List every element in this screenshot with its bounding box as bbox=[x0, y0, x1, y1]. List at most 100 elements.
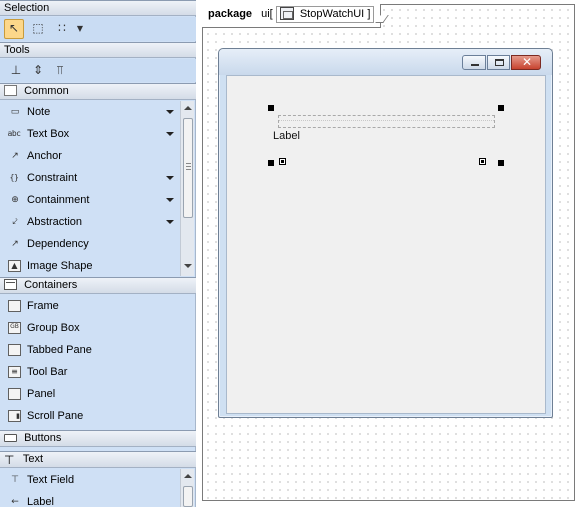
palette-item-tool-bar[interactable]: ≡ Tool Bar bbox=[0, 361, 196, 383]
palette-item-label: Tool Bar bbox=[27, 366, 68, 378]
section-header-buttons[interactable]: Buttons bbox=[0, 430, 196, 447]
palette-item-label: Dependency bbox=[27, 238, 89, 250]
selection-handle[interactable] bbox=[498, 160, 504, 166]
palette-item-label: Tabbed Pane bbox=[27, 344, 92, 356]
palette-item-anchor[interactable]: ↗ Anchor bbox=[0, 145, 180, 167]
palette-item-containment[interactable]: ⊕ Containment bbox=[0, 189, 180, 211]
small-resize-handle[interactable] bbox=[279, 158, 286, 165]
text-field-icon: ⊤ bbox=[11, 475, 19, 485]
scroll-thumb[interactable] bbox=[183, 118, 193, 218]
minimize-button[interactable] bbox=[462, 55, 486, 70]
diagram-name: StopWatchUI bbox=[299, 8, 365, 20]
containment-icon: ⊕ bbox=[11, 195, 19, 205]
space-vertical-icon[interactable]: ⇕ bbox=[28, 61, 48, 81]
palette-item-label: Image Shape bbox=[27, 260, 93, 272]
space-expand-icon[interactable]: ⫪ bbox=[50, 61, 70, 81]
section-title-buttons: Buttons bbox=[24, 432, 62, 444]
section-title-text: Text bbox=[22, 453, 44, 465]
text-scrollbar[interactable] bbox=[180, 469, 194, 507]
rectangle-select-icon[interactable]: ⬚ bbox=[28, 19, 48, 39]
maximize-button[interactable] bbox=[487, 55, 510, 70]
section-title-tools: Tools bbox=[4, 44, 30, 56]
dropdown-arrow-icon[interactable] bbox=[166, 198, 174, 202]
label-component-outline[interactable] bbox=[278, 115, 495, 128]
dropdown-arrow-icon[interactable] bbox=[166, 132, 174, 136]
arrow-pointer-icon[interactable]: ↖ bbox=[4, 19, 24, 39]
window-content[interactable]: Label bbox=[226, 75, 546, 414]
palette-item-note[interactable]: ▭ Note bbox=[0, 101, 180, 123]
tool-bar-icon: ≡ bbox=[8, 366, 21, 378]
close-icon: ✕ bbox=[522, 55, 533, 69]
common-scrollbar[interactable] bbox=[180, 101, 194, 276]
diagram-canvas[interactable]: package ui[ StopWatchUI ] ✕ Label bbox=[199, 0, 579, 507]
selection-handle[interactable] bbox=[498, 105, 504, 111]
palette-item-label: Containment bbox=[27, 194, 90, 206]
label-component-text[interactable]: Label bbox=[273, 130, 300, 142]
palette-item-constraint[interactable]: {} Constraint bbox=[0, 167, 180, 189]
user-interface-diagram-icon bbox=[279, 7, 294, 20]
maximize-icon bbox=[495, 59, 504, 66]
palette-item-dependency[interactable]: ↗ Dependency bbox=[0, 233, 180, 255]
constraint-icon: {} bbox=[9, 173, 19, 182]
dependency-icon: ↗ bbox=[11, 239, 19, 249]
dropdown-arrow-icon[interactable] bbox=[166, 110, 174, 114]
selection-handle[interactable] bbox=[268, 160, 274, 166]
folder-icon bbox=[4, 85, 17, 96]
section-header-common[interactable]: Common bbox=[0, 83, 196, 100]
palette-item-label: Text Field bbox=[27, 474, 75, 486]
palette-item-scroll-pane[interactable]: ▮ Scroll Pane bbox=[0, 405, 196, 427]
dropdown-arrow-icon[interactable] bbox=[166, 176, 174, 180]
palette-item-tabbed-pane[interactable]: Tabbed Pane bbox=[0, 339, 196, 361]
small-resize-handle[interactable] bbox=[479, 158, 486, 165]
palette-item-label-tool[interactable]: ← Label bbox=[0, 491, 180, 507]
image-shape-icon: ▲ bbox=[8, 260, 21, 272]
stamp-tool-icon[interactable]: ⊥ bbox=[6, 61, 26, 81]
text-section-icon: ⊤ bbox=[4, 453, 15, 467]
palette-item-label: Note bbox=[27, 106, 51, 118]
palette-item-text-box[interactable]: abc Text Box bbox=[0, 123, 180, 145]
diagram-name-box: StopWatchUI ] bbox=[275, 6, 375, 23]
open-bracket: [ bbox=[269, 8, 273, 20]
section-title-common: Common bbox=[24, 85, 69, 97]
selection-dropdown-arrow-icon[interactable]: ▼ bbox=[70, 19, 90, 39]
scroll-up-icon[interactable] bbox=[184, 474, 192, 478]
scroll-pane-icon: ▮ bbox=[8, 410, 21, 422]
text-box-icon: abc bbox=[7, 129, 21, 138]
label-icon: ← bbox=[11, 497, 19, 507]
palette-item-text-field[interactable]: ⊤ Text Field bbox=[0, 469, 180, 491]
palette-item-frame[interactable]: Frame bbox=[0, 295, 196, 317]
palette-item-label: Frame bbox=[27, 300, 59, 312]
close-bracket: ] bbox=[367, 8, 371, 20]
button-section-icon bbox=[4, 434, 17, 442]
selection-toolbar: ↖ ⬚ ∷ ▼ bbox=[0, 17, 196, 41]
palette-item-abstraction[interactable]: ⤦ Abstraction bbox=[0, 211, 180, 233]
scroll-down-icon[interactable] bbox=[184, 264, 192, 268]
multi-select-icon[interactable]: ∷ bbox=[52, 19, 72, 39]
window-titlebar[interactable]: ✕ bbox=[219, 49, 552, 75]
palette-panel: Selection ↖ ⬚ ∷ ▼ Tools ⊥ ⇕ ⫪ Common ▭ N… bbox=[0, 0, 196, 507]
frame-window-shape[interactable]: ✕ Label bbox=[218, 48, 553, 418]
scroll-up-icon[interactable] bbox=[184, 106, 192, 110]
palette-item-group-box[interactable]: GB Group Box bbox=[0, 317, 196, 339]
group-box-icon: GB bbox=[8, 322, 21, 334]
close-button[interactable]: ✕ bbox=[511, 55, 541, 70]
section-header-containers[interactable]: Containers bbox=[0, 277, 196, 294]
section-header-tools[interactable]: Tools bbox=[0, 42, 196, 58]
package-name: ui bbox=[261, 8, 270, 20]
section-header-text[interactable]: ⊤ Text bbox=[0, 451, 196, 468]
diagram-header-tab[interactable]: package ui[ StopWatchUI ] bbox=[202, 4, 390, 28]
palette-item-label: Panel bbox=[27, 388, 56, 400]
section-title-containers: Containers bbox=[24, 279, 78, 291]
palette-item-label: Scroll Pane bbox=[27, 410, 84, 422]
palette-item-panel[interactable]: Panel bbox=[0, 383, 196, 405]
tools-toolbar: ⊥ ⇕ ⫪ bbox=[0, 59, 196, 82]
palette-item-label: Group Box bbox=[27, 322, 80, 334]
section-header-selection[interactable]: Selection bbox=[0, 0, 196, 16]
selection-handle[interactable] bbox=[268, 105, 274, 111]
palette-item-label: Text Box bbox=[27, 128, 70, 140]
minimize-icon bbox=[471, 64, 479, 66]
package-keyword: package bbox=[208, 8, 253, 20]
scroll-thumb[interactable] bbox=[183, 486, 193, 507]
dropdown-arrow-icon[interactable] bbox=[166, 220, 174, 224]
palette-item-image-shape[interactable]: ▲ Image Shape bbox=[0, 255, 180, 277]
